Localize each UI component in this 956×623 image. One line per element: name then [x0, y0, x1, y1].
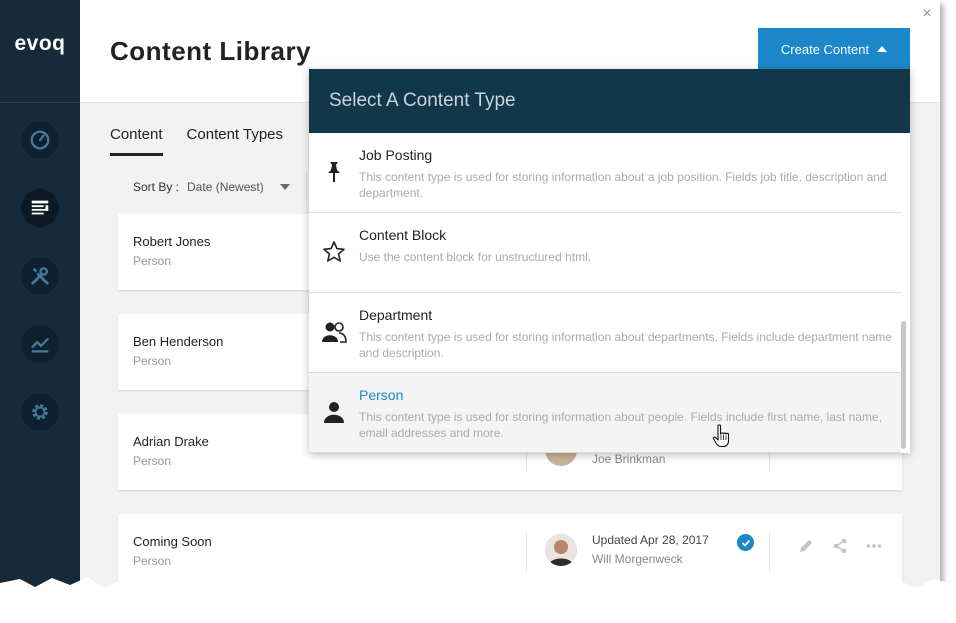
item-updated: Updated Apr 28, 2017 [592, 533, 709, 547]
item-type: Person [133, 254, 172, 268]
content-type-dropdown: Select A Content Type Job Posting This c… [309, 69, 910, 453]
sidebar-item-settings[interactable] [21, 393, 59, 431]
sidebar-item-tools[interactable] [21, 257, 59, 295]
item-type: Person [133, 554, 172, 568]
content-type-job-posting[interactable]: Job Posting This content type is used fo… [309, 133, 901, 213]
star-icon [321, 239, 347, 265]
person-icon [321, 399, 347, 425]
content-type-content-block[interactable]: Content Block Use the content block for … [309, 213, 901, 293]
pushpin-icon [321, 159, 347, 185]
sort-divider [306, 173, 307, 201]
published-check-icon [737, 534, 754, 551]
analytics-icon [30, 337, 50, 353]
dropdown-header: Select A Content Type [309, 69, 910, 133]
create-content-label: Create Content [780, 41, 870, 57]
content-type-desc: Use the content block for unstructured h… [359, 250, 592, 264]
content-type-desc: This content type is used for storing in… [359, 170, 887, 200]
item-name: Ben Henderson [133, 334, 224, 349]
sort-label: Sort By : [133, 180, 180, 194]
close-icon[interactable]: × [919, 6, 935, 22]
sort-control[interactable]: Sort By : Date (Newest) [133, 180, 290, 194]
content-type-title: Department [359, 307, 433, 323]
content-type-title: Person [359, 387, 404, 403]
content-icon [31, 200, 49, 215]
item-name: Robert Jones [133, 234, 211, 249]
item-name: Adrian Drake [133, 434, 209, 449]
sidebar-item-content[interactable] [21, 189, 59, 227]
divider [769, 532, 770, 572]
content-type-title: Content Block [359, 227, 447, 243]
page-title: Content Library [110, 36, 312, 66]
sidebar: evoq [0, 0, 80, 600]
hand-cursor-icon [712, 424, 730, 448]
item-name: Coming Soon [133, 534, 212, 549]
share-icon[interactable] [832, 538, 848, 554]
item-actions [798, 538, 882, 554]
content-type-person[interactable]: Person This content type is used for sto… [309, 373, 901, 453]
group-icon [321, 319, 347, 345]
more-icon[interactable] [866, 538, 882, 554]
tab-content-types[interactable]: Content Types [187, 126, 283, 156]
app-window: evoq Content Library × Create Content Co… [0, 0, 940, 600]
torn-edge [0, 577, 956, 623]
settings-icon [32, 404, 48, 420]
content-type-desc: This content type is used for storing in… [359, 330, 892, 360]
dashboard-icon [30, 130, 50, 150]
tools-icon [31, 267, 49, 285]
logo-text: evoq [14, 32, 66, 55]
divider [526, 532, 527, 572]
avatar-image [545, 534, 577, 566]
content-type-department[interactable]: Department This content type is used for… [309, 293, 901, 373]
tab-content[interactable]: Content [110, 126, 163, 156]
edit-icon[interactable] [798, 538, 814, 554]
sidebar-divider [0, 102, 80, 103]
item-type: Person [133, 454, 172, 468]
content-tabs: Content Content Types [110, 126, 283, 156]
item-author: Joe Brinkman [592, 452, 666, 466]
evoq-logo[interactable]: evoq [0, 32, 80, 56]
dropdown-scrollbar[interactable] [901, 321, 906, 449]
item-type: Person [133, 354, 172, 368]
item-author: Will Morgenweck [592, 552, 683, 566]
content-type-title: Job Posting [359, 147, 433, 163]
caret-up-icon [877, 46, 888, 52]
sort-value[interactable]: Date (Newest) [187, 180, 264, 194]
create-content-button[interactable]: Create Content [758, 28, 910, 70]
sidebar-item-analytics[interactable] [21, 325, 59, 363]
chevron-down-icon[interactable] [279, 184, 290, 190]
content-type-desc: This content type is used for storing in… [359, 410, 882, 440]
avatar [545, 534, 577, 566]
sidebar-item-dashboard[interactable] [21, 121, 59, 159]
